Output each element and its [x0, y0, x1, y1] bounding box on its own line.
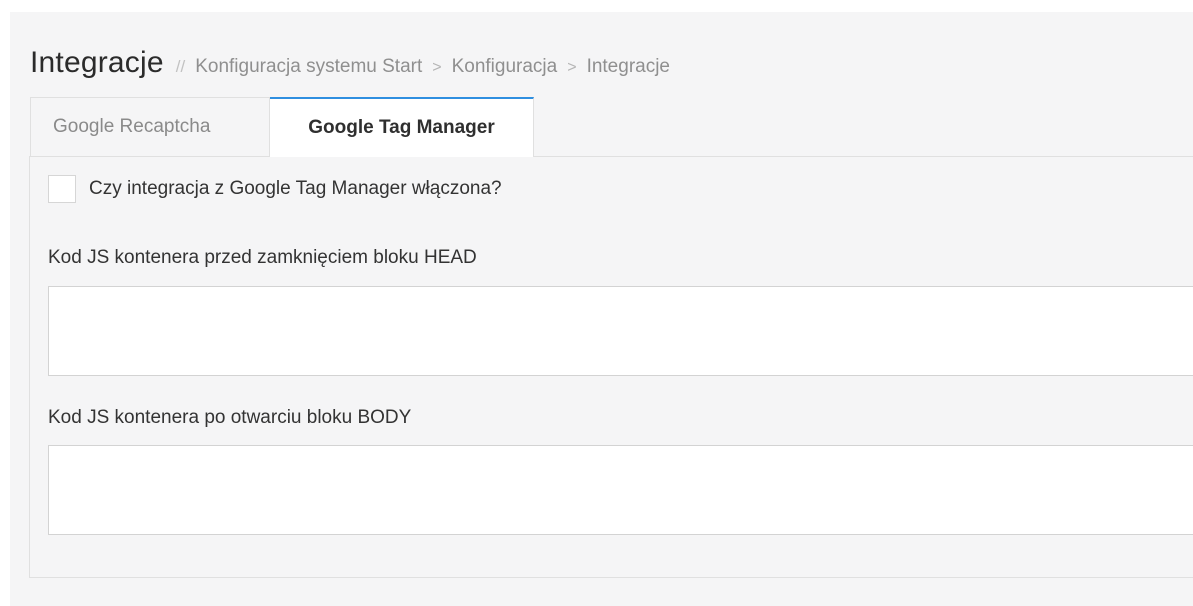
- tab-panel-google-tag-manager: Czy integracja z Google Tag Manager włąc…: [29, 156, 1193, 578]
- gtm-enabled-label: Czy integracja z Google Tag Manager włąc…: [89, 178, 502, 199]
- tab-bar: Google Recaptcha Google Tag Manager: [30, 97, 534, 157]
- tab-google-recaptcha[interactable]: Google Recaptcha: [30, 97, 270, 156]
- breadcrumb-item-system-config[interactable]: Konfiguracja systemu Start: [195, 56, 422, 78]
- head-code-textarea[interactable]: [48, 286, 1193, 376]
- tab-google-tag-manager[interactable]: Google Tag Manager: [270, 97, 534, 157]
- page-header: Integracje // Konfiguracja systemu Start…: [30, 46, 670, 86]
- breadcrumb-chevron-icon: >: [432, 59, 442, 76]
- breadcrumb: // Konfiguracja systemu Start > Konfigur…: [176, 56, 670, 78]
- gtm-enabled-checkbox[interactable]: [48, 175, 76, 203]
- breadcrumb-item-current: Integracje: [586, 56, 671, 77]
- body-code-textarea[interactable]: [48, 445, 1193, 535]
- breadcrumb-chevron-icon: >: [567, 59, 577, 76]
- breadcrumb-lead-separator: //: [175, 57, 186, 76]
- breadcrumb-item-config[interactable]: Konfiguracja: [452, 56, 558, 78]
- head-code-label: Kod JS kontenera przed zamknięciem bloku…: [48, 247, 477, 268]
- page-title: Integracje: [30, 46, 164, 79]
- body-code-label: Kod JS kontenera po otwarciu bloku BODY: [48, 407, 412, 428]
- gtm-enabled-row[interactable]: Czy integracja z Google Tag Manager włąc…: [48, 175, 502, 203]
